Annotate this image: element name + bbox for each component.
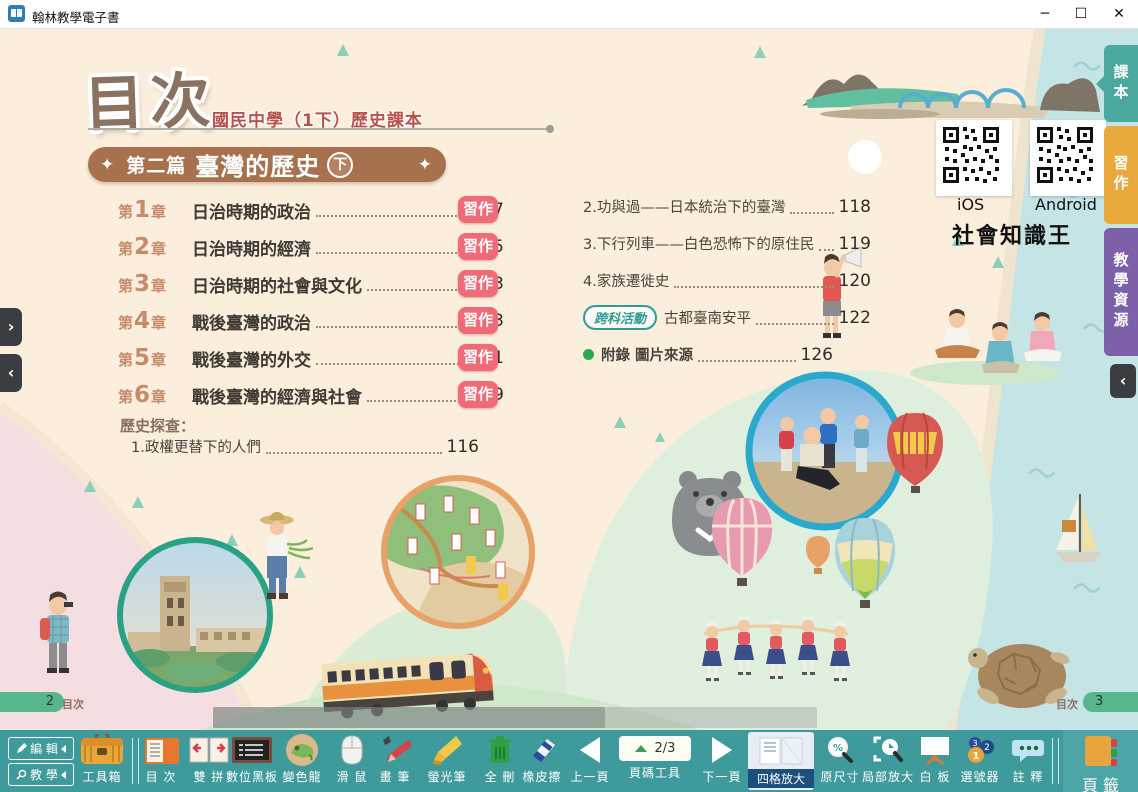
- collapse-right-panel-button[interactable]: ‹: [1110, 364, 1136, 398]
- workbook-badge[interactable]: 習作: [458, 307, 498, 334]
- toc-item-row[interactable]: 2.功與過——日本統治下的臺灣118: [583, 196, 871, 217]
- toolbar-divider: [1052, 738, 1059, 784]
- green-dot-icon: [583, 349, 594, 360]
- bottom-toolbar: 編 輯 教 學 工具箱 目 次 雙 拼 數位黑板 變色龍 滑 鼠 畫 筆 螢光筆: [0, 730, 1138, 792]
- white-dot-decoration: [848, 140, 882, 174]
- toc-item-row[interactable]: 4.家族遷徙史120: [583, 270, 871, 291]
- page-tool: 2/3 頁碼工具: [613, 732, 697, 790]
- toc-chapter-row[interactable]: 第6章 戰後臺灣的經濟與社會109: [118, 380, 504, 410]
- pen-button[interactable]: 畫 筆: [367, 732, 423, 790]
- tab-resources[interactable]: 教學資源: [1104, 228, 1138, 356]
- map-illustration: [384, 478, 532, 628]
- speech-bubble-icon: [1000, 732, 1056, 768]
- page-tab-button[interactable]: 頁 籤: [1063, 730, 1138, 792]
- workbook-badge[interactable]: 習作: [458, 381, 498, 408]
- toc-chapter-row[interactable]: 第2章 日治時期的經濟75: [118, 232, 504, 262]
- highlighter-icon: [419, 732, 475, 768]
- toolbox-icon: [74, 732, 130, 768]
- pencil-icon: [16, 743, 27, 754]
- section-banner: ✦ 第二篇 臺灣的歷史 下 ✦: [88, 147, 446, 182]
- svg-text:3: 3: [972, 739, 977, 748]
- teach-mode-button[interactable]: 教 學: [8, 763, 74, 786]
- banner-part: 第二篇: [126, 151, 186, 178]
- svg-text:%: %: [833, 743, 843, 754]
- title-rule: [88, 128, 550, 130]
- digital-blackboard-button[interactable]: 數位黑板: [222, 732, 282, 790]
- book-page-spread: 目次 國民中學（1下）歷史課本 ✦ 第二篇 臺灣的歷史 下 ✦ 第1章 日治時期…: [0, 28, 1138, 730]
- folio-right: 3: [1083, 692, 1138, 712]
- svg-text:1: 1: [973, 751, 980, 762]
- explore-heading: 歷史探查：: [120, 415, 195, 436]
- toc-chapter-row[interactable]: 第1章 日治時期的政治67: [118, 195, 504, 225]
- highlighter-button[interactable]: 螢光筆: [419, 732, 475, 790]
- page-indicator-value: 2/3: [655, 741, 676, 756]
- page-tab-folder-icon: [1083, 734, 1119, 768]
- tab-workbook[interactable]: 習作: [1104, 126, 1138, 224]
- toc-appendix-row[interactable]: 附錄 圖片來源126: [583, 344, 833, 365]
- qr-label-ios: iOS: [957, 195, 984, 214]
- qr-caption: 社會知識王: [952, 218, 1072, 250]
- qr-code-ios: [936, 120, 1012, 196]
- folio-right-label: 目次: [1056, 696, 1078, 712]
- expand-left-panel-button[interactable]: ›: [0, 308, 22, 346]
- close-button[interactable]: ✕: [1102, 0, 1136, 28]
- chevron-left-icon: [61, 771, 66, 779]
- svg-text:2: 2: [984, 743, 990, 753]
- folio-left: 2: [0, 692, 64, 712]
- edit-mode-button[interactable]: 編 輯: [8, 737, 74, 760]
- quad-zoom-button[interactable]: 四格放大: [748, 732, 814, 790]
- banner-title: 臺灣的歷史: [195, 147, 320, 182]
- toolbox-button[interactable]: 工具箱: [74, 732, 130, 790]
- chameleon-icon: [274, 732, 330, 768]
- chevron-up-icon: [635, 745, 647, 752]
- tab-textbook[interactable]: 課本: [1104, 45, 1138, 122]
- star-icon: ✦: [418, 155, 432, 175]
- blackboard-icon: [222, 732, 282, 768]
- folio-left-label: 目次: [62, 696, 84, 712]
- workbook-badge[interactable]: 習作: [458, 270, 498, 297]
- chameleon-button[interactable]: 變色龍: [274, 732, 330, 790]
- qr-code-android: [1030, 120, 1106, 196]
- pen-icon: [367, 732, 423, 768]
- prev-triangle-icon: [580, 737, 600, 763]
- collapse-left-panel-button[interactable]: ‹: [0, 354, 22, 392]
- workbook-badge[interactable]: 習作: [458, 196, 498, 223]
- toc-item-row[interactable]: 3.下行列車——白色恐怖下的原住民119: [583, 233, 871, 254]
- next-triangle-icon: [712, 737, 732, 763]
- cross-activity-badge: 跨科活動: [583, 305, 657, 330]
- qr-label-android: Android: [1035, 195, 1097, 214]
- chevron-left-icon: [61, 745, 66, 753]
- magnifier-icon: [16, 769, 27, 780]
- workbook-badge[interactable]: 習作: [458, 233, 498, 260]
- app-logo-icon: [8, 5, 25, 22]
- toc-chapter-row[interactable]: 第5章 戰後臺灣的外交101: [118, 343, 504, 373]
- open-book-icon: [756, 734, 806, 768]
- next-page-button[interactable]: 下一頁: [694, 732, 750, 790]
- toc-cross-activity-row[interactable]: 跨科活動 古都臺南安平122: [583, 305, 871, 330]
- photo-dancing-people: [749, 375, 901, 528]
- photo-historic-buildings: [120, 540, 272, 691]
- prev-page-button[interactable]: 上一頁: [562, 732, 618, 790]
- window-titlebar: 翰林教學電子書 ─ ☐ ✕: [0, 0, 1138, 29]
- scrollbar-thumb[interactable]: [213, 707, 605, 728]
- volume-badge: 下: [327, 152, 353, 178]
- ebook-app-window: { "window": {"title": "翰林教學電子書", "minimi…: [0, 0, 1138, 792]
- workbook-badge[interactable]: 習作: [458, 344, 498, 371]
- star-icon: ✦: [100, 155, 114, 175]
- page-indicator-box[interactable]: 2/3: [619, 736, 691, 761]
- tab-active-notch: [1096, 76, 1104, 92]
- horizontal-scrollbar[interactable]: [213, 707, 817, 728]
- toc-chapter-row[interactable]: 第3章 日治時期的社會與文化83: [118, 269, 504, 299]
- minimize-button[interactable]: ─: [1028, 0, 1062, 28]
- maximize-button[interactable]: ☐: [1064, 0, 1098, 28]
- toc-item-row[interactable]: 1.政權更替下的人們116: [131, 436, 479, 457]
- annotation-button[interactable]: 註 釋: [1000, 732, 1056, 790]
- toc-chapter-row[interactable]: 第4章 戰後臺灣的政治93: [118, 306, 504, 336]
- window-title: 翰林教學電子書: [32, 7, 120, 26]
